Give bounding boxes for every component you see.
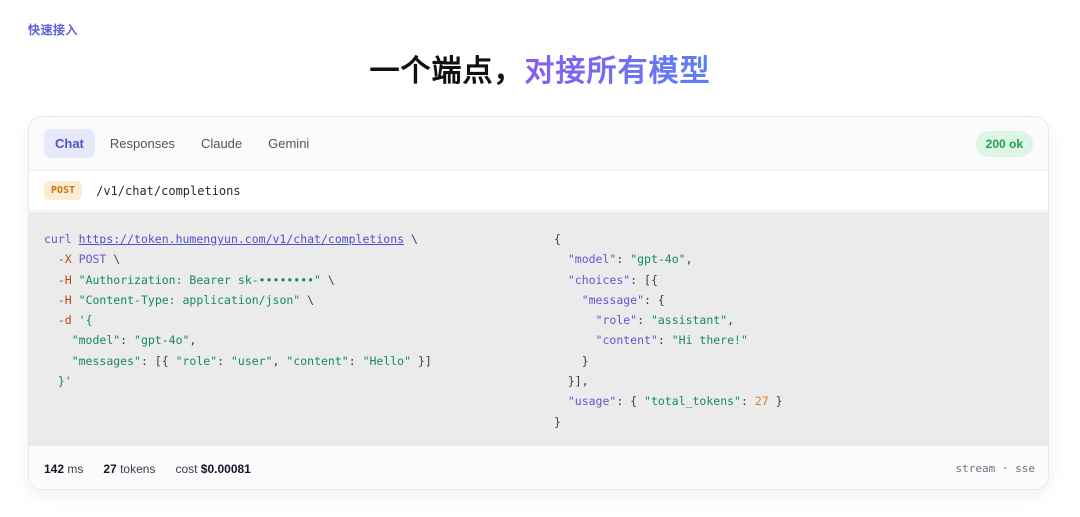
response-code: { "model": "gpt-4o", "choices": [{ "mess… [554,232,783,429]
endpoint-path: /v1/chat/completions [96,183,241,198]
api-demo-card: Chat Responses Claude Gemini 200 ok POST… [28,116,1049,490]
tab-claude[interactable]: Claude [190,129,253,158]
json-key: "content" [286,353,349,368]
curl-command: curl [44,232,72,246]
json-value: "gpt-4o" [630,252,686,267]
json-key: "model" [567,252,617,267]
method-flag: -X [57,252,72,267]
stream-mode-label: stream · sse [955,462,1035,475]
json-value: "assistant" [650,313,728,328]
json-key: "role" [175,353,218,368]
page-headline: 一个端点，对接所有模型 [0,46,1080,90]
header-flag: -H [57,272,72,287]
json-value: "Hello" [362,353,412,368]
json-key: "usage" [567,394,617,409]
tokens-metric: 27 tokens [103,461,156,476]
latency-metric: 142 ms [44,461,84,476]
code-panel: curl https://token.humengyun.com/v1/chat… [29,212,1048,445]
data-flag: -d [57,313,72,328]
section-eyebrow: 快速接入 [28,23,79,37]
header-flag: -H [57,292,72,307]
api-tabs: Chat Responses Claude Gemini 200 ok [29,117,1048,171]
auth-header: "Authorization: Bearer sk-••••••••" [78,272,321,287]
tab-chat[interactable]: Chat [44,129,95,158]
json-value: "gpt-4o" [134,333,190,348]
headline-part-1: 一个端点， [369,54,525,89]
request-url-link[interactable]: https://token.humengyun.com/v1/chat/comp… [79,232,404,246]
metrics-footer: 142 ms 27 tokens cost $0.00081 stream · … [29,445,1048,489]
json-key: "content" [595,333,658,348]
json-key: "messages" [71,353,141,368]
json-key: "model" [71,333,121,348]
json-key: "role" [595,313,638,328]
endpoint-row: POST /v1/chat/completions [29,171,1048,211]
method-value: POST [78,252,107,267]
content-type-header: "Content-Type: application/json" [78,292,301,307]
json-key: "choices" [567,272,631,287]
status-badge: 200 ok [975,130,1033,157]
json-number: 27 [754,394,769,409]
headline-part-2-highlight: 对接所有模型 [524,54,711,89]
tab-gemini[interactable]: Gemini [257,129,320,158]
cost-metric: cost $0.00081 [175,461,251,476]
json-key: "total_tokens" [644,394,741,409]
http-method-badge: POST [44,181,83,200]
json-value: "Hi there!" [671,333,748,348]
json-key: "message" [581,292,645,307]
tab-responses[interactable]: Responses [99,129,186,158]
body-close: }' [57,374,72,389]
json-value: "user" [230,353,273,368]
request-code: curl https://token.humengyun.com/v1/chat… [44,232,432,389]
body-open: '{ [78,313,93,328]
